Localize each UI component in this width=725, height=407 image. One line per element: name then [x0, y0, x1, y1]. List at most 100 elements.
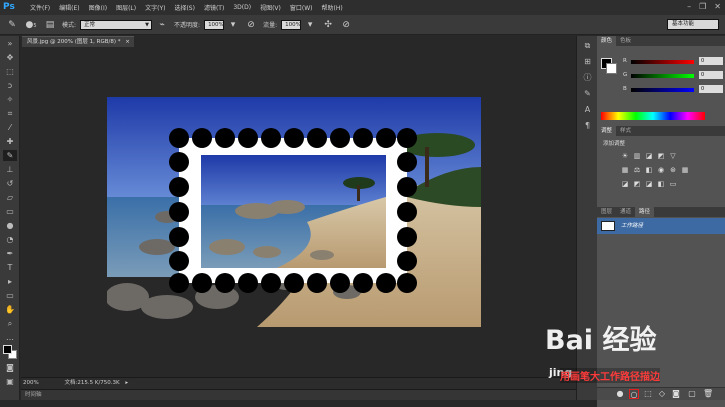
type-tool-icon[interactable]: T	[3, 262, 17, 273]
menu-view[interactable]: 视图(V)	[260, 3, 281, 12]
delete-path-icon[interactable]: 🗑	[703, 389, 713, 399]
menu-window[interactable]: 窗口(W)	[290, 3, 313, 12]
fill-path-icon[interactable]: ●	[615, 389, 625, 399]
menu-layer[interactable]: 图层(L)	[116, 3, 136, 12]
size-pressure-icon[interactable]: ⊘	[340, 19, 352, 31]
pressure-opacity-icon[interactable]: ⌁	[156, 19, 168, 31]
screen-mode-icon[interactable]: ▣	[3, 376, 17, 387]
document-tab[interactable]: 风景.jpg @ 200% (图层 1, RGB/8) * ×	[22, 36, 134, 47]
status-arrow-icon[interactable]: ▸	[125, 380, 128, 386]
document-size-info[interactable]: 文档:215.5 K/750.3K	[64, 380, 119, 386]
history-brush-tool-icon[interactable]: ↺	[3, 178, 17, 189]
brush-preset-picker[interactable]: ●5	[24, 19, 38, 31]
pen-tool-icon[interactable]: ✒	[3, 248, 17, 259]
close-icon[interactable]: ✕	[714, 2, 721, 11]
channel-g-value[interactable]: 0	[699, 71, 723, 79]
flow-field[interactable]: 100%	[281, 19, 302, 30]
photo-filter-icon[interactable]: ◉	[657, 166, 665, 174]
blur-tool-icon[interactable]: ●	[3, 220, 17, 231]
menu-type[interactable]: 文字(Y)	[145, 3, 165, 12]
channel-r-value[interactable]: 0	[699, 57, 723, 65]
add-mask-icon[interactable]: ◙	[671, 389, 681, 399]
minimize-icon[interactable]: –	[687, 2, 691, 11]
channel-b-track[interactable]	[631, 88, 694, 92]
tab-swatches[interactable]: 色板	[616, 36, 635, 46]
channel-b-value[interactable]: 0	[699, 85, 723, 93]
exposure-icon[interactable]: ◩	[657, 152, 665, 160]
brightness-icon[interactable]: ☀	[621, 152, 629, 160]
mode-select[interactable]: 正常 ▼	[80, 19, 153, 30]
slider-g[interactable]: G 0	[623, 71, 723, 80]
clone-stamp-tool-icon[interactable]: ⊥	[3, 164, 17, 175]
load-path-selection-icon[interactable]: ⬚	[643, 389, 653, 399]
gradient-map-icon[interactable]: ▭	[669, 180, 677, 188]
channel-g-track[interactable]	[631, 74, 694, 78]
healing-brush-tool-icon[interactable]: ✚	[3, 136, 17, 147]
shape-tool-icon[interactable]: ▭	[3, 290, 17, 301]
menu-select[interactable]: 选择(S)	[174, 3, 195, 12]
menu-edit[interactable]: 编辑(E)	[59, 3, 79, 12]
tab-color[interactable]: 颜色	[597, 36, 617, 46]
toolbar-collapse-icon[interactable]: »	[3, 38, 17, 49]
marquee-tool-icon[interactable]: ⬚	[3, 66, 17, 77]
quick-mask-icon[interactable]: ◙	[3, 362, 17, 373]
zoom-tool-icon[interactable]: ⌕	[3, 318, 17, 329]
hue-saturation-icon[interactable]: ▦	[621, 166, 629, 174]
tab-styles[interactable]: 样式	[616, 126, 635, 136]
tab-layers[interactable]: 图层	[597, 207, 616, 217]
brush-panel-toggle-icon[interactable]: ▤	[44, 19, 56, 31]
threshold-icon[interactable]: ◪	[645, 180, 653, 188]
curves-icon[interactable]: ◪	[645, 152, 653, 160]
brush-tool-icon[interactable]: ✎	[6, 19, 18, 31]
vibrance-icon[interactable]: ▽	[669, 152, 677, 160]
new-path-icon[interactable]: ▢	[687, 389, 697, 399]
tab-channels[interactable]: 通道	[616, 207, 635, 217]
eraser-tool-icon[interactable]: ▱	[3, 192, 17, 203]
invert-icon[interactable]: ◪	[621, 180, 629, 188]
info-panel-icon[interactable]: ⓘ	[582, 72, 593, 83]
panel-bg-swatch[interactable]	[606, 63, 617, 74]
posterize-icon[interactable]: ◩	[633, 180, 641, 188]
stroke-path-icon[interactable]: ○	[629, 389, 639, 399]
hand-tool-icon[interactable]: ✋	[3, 304, 17, 315]
airbrush-icon[interactable]: ✣	[322, 19, 334, 31]
history-panel-icon[interactable]: ⧉	[582, 40, 593, 51]
slider-b[interactable]: B 0	[623, 85, 723, 94]
tablet-pressure-icon[interactable]: ⊘	[245, 19, 257, 31]
restore-icon[interactable]: ❐	[699, 2, 706, 11]
properties-panel-icon[interactable]: ⊞	[582, 56, 593, 67]
path-select-tool-icon[interactable]: ▸	[3, 276, 17, 287]
menu-3d[interactable]: 3D(D)	[233, 4, 251, 11]
channel-mixer-icon[interactable]: ⊛	[669, 166, 677, 174]
make-work-path-icon[interactable]: ◇	[657, 389, 667, 399]
character-panel-icon[interactable]: A	[582, 104, 593, 115]
foreground-color-swatch[interactable]	[3, 345, 12, 354]
channel-r-track[interactable]	[631, 60, 694, 64]
paragraph-panel-icon[interactable]: ¶	[582, 120, 593, 131]
edit-toolbar-icon[interactable]: …	[3, 332, 17, 343]
selective-color-icon[interactable]: ◧	[657, 180, 665, 188]
zoom-level[interactable]: 200%	[23, 380, 39, 386]
path-item-work-path[interactable]: 工作路径	[597, 218, 725, 234]
menu-filter[interactable]: 滤镜(T)	[204, 3, 224, 12]
quick-select-tool-icon[interactable]: ✧	[3, 94, 17, 105]
move-tool-icon[interactable]: ✥	[3, 52, 17, 63]
timeline-tab[interactable]: 时间轴	[21, 389, 576, 400]
close-tab-icon[interactable]: ×	[125, 39, 130, 45]
gradient-tool-icon[interactable]: ▭	[3, 206, 17, 217]
menu-file[interactable]: 文件(F)	[30, 3, 50, 12]
color-spectrum-bar[interactable]	[601, 112, 705, 120]
flow-dropdown-icon[interactable]: ▾	[304, 19, 316, 31]
brush-panel-icon[interactable]: ✎	[582, 88, 593, 99]
crop-tool-icon[interactable]: ⌗	[3, 108, 17, 119]
brush-tool-icon[interactable]: ✎	[3, 150, 17, 161]
color-lookup-icon[interactable]: ▦	[681, 166, 689, 174]
lasso-tool-icon[interactable]: ↄ	[3, 80, 17, 91]
tab-paths[interactable]: 路径	[635, 207, 655, 217]
menu-help[interactable]: 帮助(H)	[322, 3, 343, 12]
tab-adjustments[interactable]: 调整	[597, 126, 617, 136]
menu-image[interactable]: 图像(I)	[89, 3, 107, 12]
black-white-icon[interactable]: ◧	[645, 166, 653, 174]
dodge-tool-icon[interactable]: ◔	[3, 234, 17, 245]
slider-r[interactable]: R 0	[623, 57, 723, 66]
